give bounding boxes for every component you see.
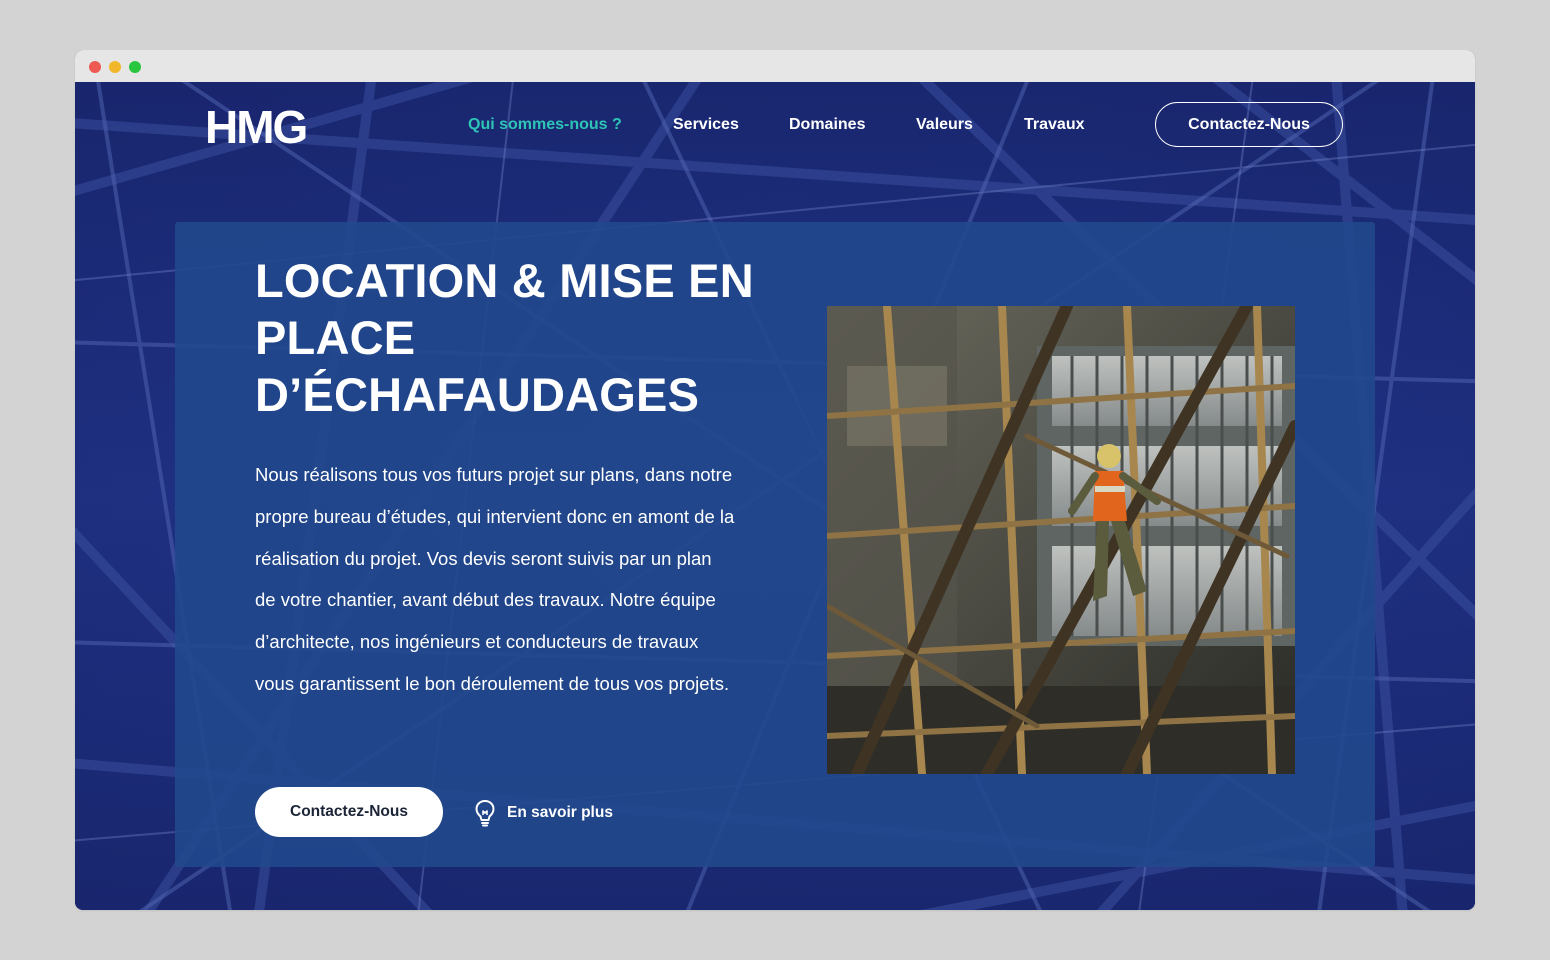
window-titlebar	[75, 50, 1475, 82]
maximize-window-button[interactable]	[129, 61, 141, 73]
lightbulb-icon	[475, 800, 495, 827]
svg-text:HMG: HMG	[205, 106, 306, 146]
hmg-logo[interactable]: HMG	[205, 106, 340, 146]
scaffolding-worker-photo	[827, 306, 1295, 774]
minimize-window-button[interactable]	[109, 61, 121, 73]
hero-headline: LOCATION & MISE EN PLACE D’ÉCHAFAUDAGES	[255, 252, 775, 423]
hero-headline-line-1: LOCATION & MISE EN	[255, 254, 754, 307]
hero-panel: LOCATION & MISE EN PLACE D’ÉCHAFAUDAGES …	[175, 222, 1375, 867]
hero-headline-line-2: PLACE	[255, 311, 416, 364]
learn-more-link[interactable]: En savoir plus	[473, 798, 613, 828]
nav-link-qui-sommes-nous[interactable]: Qui sommes-nous ?	[468, 116, 622, 134]
learn-more-label: En savoir plus	[507, 804, 613, 821]
close-window-button[interactable]	[89, 61, 101, 73]
nav-link-services[interactable]: Services	[673, 116, 739, 134]
contact-button[interactable]: Contactez-Nous	[255, 787, 443, 837]
nav-link-valeurs[interactable]: Valeurs	[916, 116, 973, 134]
browser-window: HMG Qui sommes-nous ? Services Domaines …	[75, 50, 1475, 910]
hero-description: Nous réalisons tous vos futurs projet su…	[255, 464, 735, 694]
header-contact-button[interactable]: Contactez-Nous	[1155, 102, 1343, 147]
hero-headline-line-3: D’ÉCHAFAUDAGES	[255, 368, 700, 421]
nav-link-domaines[interactable]: Domaines	[789, 116, 865, 134]
nav-link-travaux[interactable]: Travaux	[1024, 116, 1084, 134]
hero-section: HMG Qui sommes-nous ? Services Domaines …	[75, 82, 1475, 910]
